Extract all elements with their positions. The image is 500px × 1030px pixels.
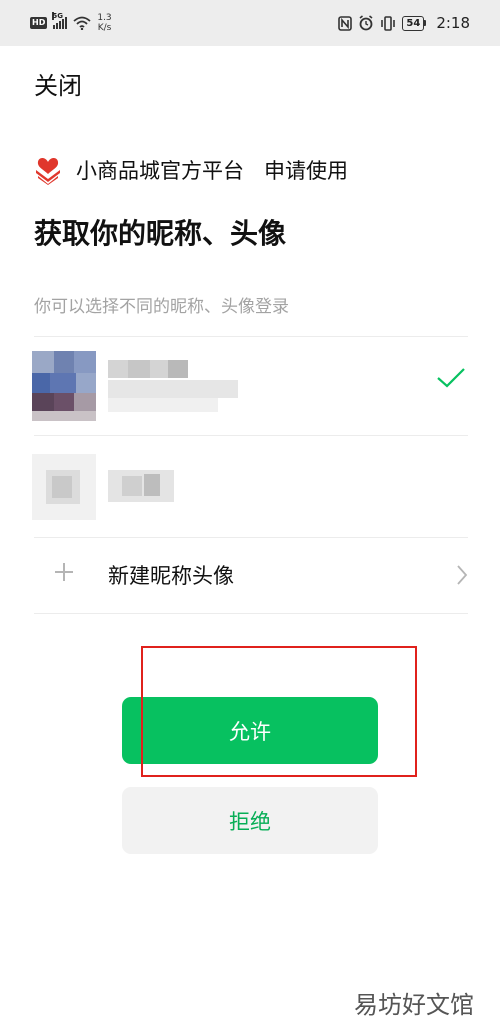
- account-nickname-blurred: [108, 470, 174, 502]
- page-title: 获取你的昵称、头像: [34, 217, 287, 250]
- battery-level: 54: [402, 15, 425, 31]
- divider: [34, 613, 468, 614]
- app-info: 小商品城官方平台 申请使用: [34, 155, 348, 185]
- deny-button[interactable]: 拒绝: [122, 787, 378, 854]
- speed-value: 1.3: [97, 13, 112, 23]
- avatar: [32, 351, 96, 421]
- status-bar: HD 5G 1.3 K/s 54 2:18: [0, 0, 500, 46]
- request-label: 申请使用: [264, 159, 348, 183]
- clock: 2:18: [436, 14, 470, 32]
- hd-icon: HD: [30, 17, 48, 29]
- close-button[interactable]: 关闭: [34, 66, 82, 101]
- battery-icon: 54: [402, 15, 427, 31]
- network-speed: 1.3 K/s: [97, 13, 111, 33]
- cellular-signal-icon: 5G: [52, 12, 68, 29]
- speed-unit: K/s: [97, 23, 112, 33]
- account-nickname-blurred: [108, 360, 238, 412]
- status-bar-right: 54 2:18: [338, 14, 470, 32]
- new-profile-label: 新建昵称头像: [108, 564, 234, 588]
- status-bar-left: HD 5G 1.3 K/s: [30, 12, 112, 33]
- avatar: [32, 454, 96, 524]
- allow-button[interactable]: 允许: [122, 697, 378, 764]
- plus-icon: [55, 563, 73, 581]
- network-type-label: 5G: [52, 12, 63, 20]
- chevron-right-icon: [457, 565, 468, 585]
- watermark: 易坊好文馆: [354, 991, 474, 1019]
- wifi-icon: [73, 16, 91, 30]
- app-logo-icon: [36, 158, 60, 185]
- nfc-icon: [338, 15, 353, 31]
- alarm-icon: [359, 15, 373, 31]
- new-profile-row[interactable]: 新建昵称头像: [0, 538, 500, 614]
- check-icon: [437, 368, 465, 388]
- page-subtitle: 你可以选择不同的昵称、头像登录: [34, 297, 289, 317]
- app-name: 小商品城官方平台: [76, 159, 244, 183]
- account-option[interactable]: [0, 436, 500, 536]
- vibrate-icon: [381, 15, 396, 31]
- account-option-selected[interactable]: [0, 337, 500, 435]
